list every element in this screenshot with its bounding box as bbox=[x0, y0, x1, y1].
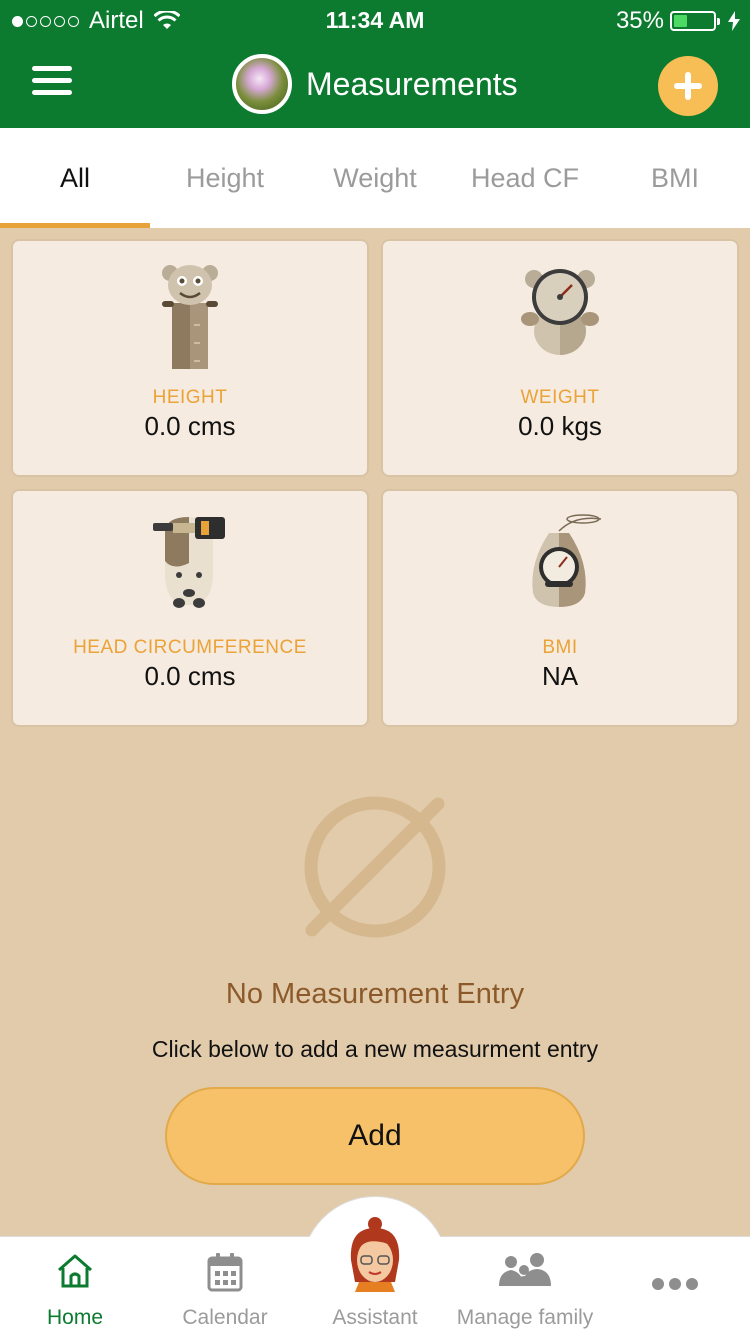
family-icon bbox=[499, 1253, 551, 1286]
nav-label: Home bbox=[46, 1306, 104, 1329]
card-value: NA bbox=[541, 661, 579, 691]
tab-bmi[interactable]: BMI bbox=[600, 128, 750, 228]
status-right: 35% bbox=[616, 7, 740, 35]
battery-icon bbox=[670, 11, 720, 31]
nav-manage-family[interactable]: Manage family bbox=[450, 1236, 600, 1334]
assistant-avatar-icon bbox=[350, 1217, 400, 1292]
header-title-group: Measurements bbox=[232, 54, 518, 114]
charging-bolt-icon bbox=[728, 11, 740, 31]
card-label: BMI bbox=[542, 637, 578, 658]
card-label: WEIGHT bbox=[520, 387, 600, 408]
nav-calendar[interactable]: Calendar bbox=[150, 1236, 300, 1334]
hamburger-menu-icon[interactable] bbox=[32, 66, 72, 98]
nav-label: Calendar bbox=[182, 1306, 268, 1329]
weight-card[interactable]: WEIGHT 0.0 kgs bbox=[381, 239, 739, 477]
height-card[interactable]: HEIGHT 0.0 cms bbox=[11, 239, 369, 477]
card-label: HEIGHT bbox=[152, 387, 228, 408]
tab-head-cf[interactable]: Head CF bbox=[450, 128, 600, 228]
calendar-icon bbox=[207, 1253, 243, 1292]
tab-all[interactable]: All bbox=[0, 128, 150, 228]
app-header: Measurements bbox=[0, 40, 750, 128]
height-ruler-bear-icon bbox=[162, 265, 218, 369]
head-measure-tape-icon bbox=[153, 517, 225, 608]
more-dots-icon bbox=[652, 1278, 698, 1290]
card-value: 0.0 kgs bbox=[518, 411, 602, 441]
bmi-card[interactable]: BMI NA bbox=[381, 489, 739, 727]
empty-state-subtitle: Click below to add a new measurment entr… bbox=[151, 1036, 599, 1062]
empty-set-icon bbox=[304, 796, 446, 938]
battery-percent: 35% bbox=[615, 7, 664, 34]
add-measurement-button[interactable] bbox=[658, 56, 718, 116]
nav-home[interactable]: Home bbox=[0, 1236, 150, 1334]
nav-label: Manage family bbox=[456, 1306, 594, 1329]
empty-state-title: No Measurement Entry bbox=[225, 978, 525, 1010]
tab-weight[interactable]: Weight bbox=[300, 128, 450, 228]
weight-scale-bear-icon bbox=[521, 269, 599, 355]
bmi-gauge-icon bbox=[532, 514, 602, 607]
nav-label: Assistant bbox=[332, 1306, 418, 1329]
nav-assistant[interactable]: Assistant bbox=[300, 1217, 450, 1334]
home-icon bbox=[58, 1254, 92, 1288]
child-avatar[interactable] bbox=[232, 54, 292, 114]
nav-more[interactable] bbox=[600, 1236, 750, 1334]
card-label: HEAD CIRCUMFERENCE bbox=[73, 637, 307, 658]
card-value: 0.0 cms bbox=[144, 411, 236, 441]
head-circumference-card[interactable]: HEAD CIRCUMFERENCE 0.0 cms bbox=[11, 489, 369, 727]
page-title: Measurements bbox=[306, 65, 518, 102]
card-value: 0.0 cms bbox=[144, 661, 236, 691]
measurement-tabs: All Height Weight Head CF BMI bbox=[0, 128, 750, 228]
status-bar: Airtel 11:34 AM 35% bbox=[0, 0, 750, 40]
add-entry-button[interactable]: Add bbox=[165, 1087, 585, 1185]
tab-height[interactable]: Height bbox=[150, 128, 300, 228]
